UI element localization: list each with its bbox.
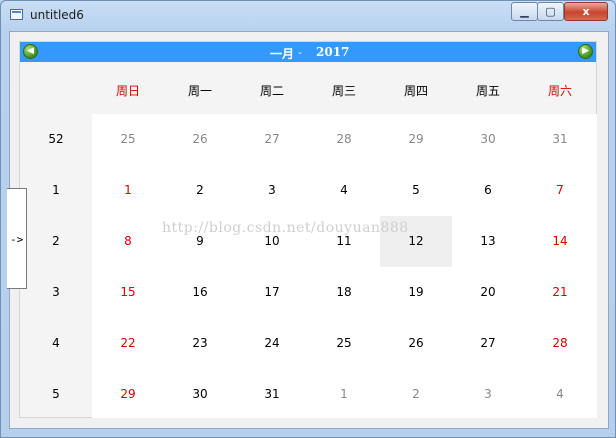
day-cell[interactable]: 13 (452, 216, 524, 267)
day-cell[interactable]: 1 (92, 165, 164, 216)
day-cell[interactable]: 27 (236, 114, 308, 165)
month-selector[interactable]: 一月 (270, 45, 294, 62)
weekday-header-row: 周日 周一 周二 周三 周四 周五 周六 (20, 62, 596, 114)
app-icon (10, 9, 23, 20)
day-cell[interactable]: 22 (92, 318, 164, 369)
week-number: 3 (52, 285, 60, 299)
day-cell[interactable]: 8 (92, 216, 164, 267)
day-cell[interactable]: 19 (380, 267, 452, 318)
day-cell[interactable]: 29 (380, 114, 452, 165)
day-cell[interactable]: 25 (308, 318, 380, 369)
day-cell[interactable]: 23 (164, 318, 236, 369)
day-cell[interactable]: 15 (92, 267, 164, 318)
day-cell[interactable]: 21 (524, 267, 596, 318)
weekday-header: 周二 (259, 84, 284, 98)
day-cell[interactable]: 3 (452, 369, 524, 420)
next-month-button[interactable]: ▶ (578, 44, 593, 59)
weekday-header: 周日 (115, 84, 140, 98)
minimize-button[interactable]: ▁ (511, 2, 538, 21)
day-cell[interactable]: 24 (236, 318, 308, 369)
day-cell[interactable]: 7 (524, 165, 596, 216)
day-cell[interactable]: 2 (380, 369, 452, 420)
day-cell[interactable]: 1 (308, 369, 380, 420)
weekday-header: 周一 (187, 84, 212, 98)
day-cell[interactable]: 16 (164, 267, 236, 318)
week-number: 52 (48, 132, 64, 146)
day-cell[interactable]: 29 (92, 369, 164, 420)
chevron-down-icon[interactable]: ⌄ (297, 48, 303, 56)
week-number: 2 (52, 234, 60, 248)
weekday-header: 周三 (331, 84, 356, 98)
day-cell[interactable]: 14 (524, 216, 596, 267)
weekday-header: 周四 (403, 84, 428, 98)
day-cell[interactable]: 25 (92, 114, 164, 165)
day-cell[interactable]: 26 (164, 114, 236, 165)
day-cell[interactable]: 5 (380, 165, 452, 216)
close-button[interactable]: x (564, 2, 608, 21)
day-cell[interactable]: 20 (452, 267, 524, 318)
day-cell[interactable]: 30 (452, 114, 524, 165)
year-selector[interactable]: 2017 (316, 45, 349, 59)
day-cell[interactable]: 28 (308, 114, 380, 165)
day-cell[interactable]: 28 (524, 318, 596, 369)
calendar-nav-bar: ◀ 一月 ⌄ 2017 ▶ (20, 42, 596, 62)
prev-month-button[interactable]: ◀ (23, 44, 38, 59)
week-number: 4 (52, 336, 60, 350)
window-title: untitled6 (30, 8, 84, 22)
day-cell[interactable]: 2 (164, 165, 236, 216)
day-cell[interactable]: 6 (452, 165, 524, 216)
green-left-arrow-icon: ◀ (27, 46, 34, 56)
day-cell[interactable]: 3 (236, 165, 308, 216)
day-cell[interactable]: 18 (308, 267, 380, 318)
day-cell[interactable]: 4 (308, 165, 380, 216)
day-cell[interactable]: 4 (524, 369, 596, 420)
day-cell[interactable]: 31 (524, 114, 596, 165)
day-cell[interactable]: 31 (236, 369, 308, 420)
week-number: 5 (52, 387, 60, 401)
day-cell[interactable]: 30 (164, 369, 236, 420)
green-right-arrow-icon: ▶ (582, 46, 589, 56)
weekday-header: 周五 (475, 84, 500, 98)
side-toggle-label[interactable]: -> (10, 233, 23, 246)
week-number: 1 (52, 183, 60, 197)
maximize-button[interactable]: ▢ (537, 2, 564, 21)
title-bar[interactable]: untitled6 ▁ ▢ x (1, 1, 615, 31)
day-cell[interactable]: 27 (452, 318, 524, 369)
weekday-header: 周六 (547, 84, 572, 98)
day-cell[interactable]: 17 (236, 267, 308, 318)
watermark-text: http://blog.csdn.net/douyuan888 (162, 220, 409, 236)
day-cell[interactable]: 26 (380, 318, 452, 369)
